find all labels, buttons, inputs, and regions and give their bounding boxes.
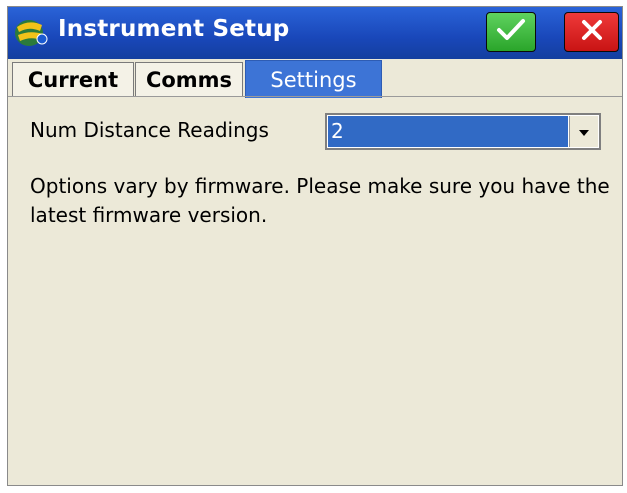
tab-divider bbox=[8, 96, 622, 97]
firmware-note: Options vary by firmware. Please make su… bbox=[30, 174, 610, 227]
title-bar: Instrument Setup bbox=[8, 7, 622, 59]
ok-button[interactable] bbox=[486, 12, 536, 52]
window-title: Instrument Setup bbox=[58, 16, 290, 42]
checkmark-icon bbox=[496, 17, 526, 47]
num-distance-readings-value: 2 bbox=[328, 116, 568, 147]
dropdown-arrow-button[interactable] bbox=[569, 116, 598, 147]
tab-settings[interactable]: Settings bbox=[245, 60, 382, 98]
close-x-icon bbox=[580, 18, 604, 46]
chevron-down-icon bbox=[578, 122, 590, 141]
instrument-setup-window: Instrument Setup Current Comms Settings … bbox=[7, 6, 623, 486]
instrument-app-icon bbox=[12, 17, 50, 49]
num-distance-readings-label: Num Distance Readings bbox=[30, 118, 269, 142]
close-button[interactable] bbox=[564, 12, 619, 52]
tab-comms[interactable]: Comms bbox=[135, 62, 243, 97]
num-distance-readings-dropdown[interactable]: 2 bbox=[325, 113, 601, 150]
tab-current[interactable]: Current bbox=[12, 62, 134, 97]
tab-bar: Current Comms Settings bbox=[8, 59, 622, 98]
